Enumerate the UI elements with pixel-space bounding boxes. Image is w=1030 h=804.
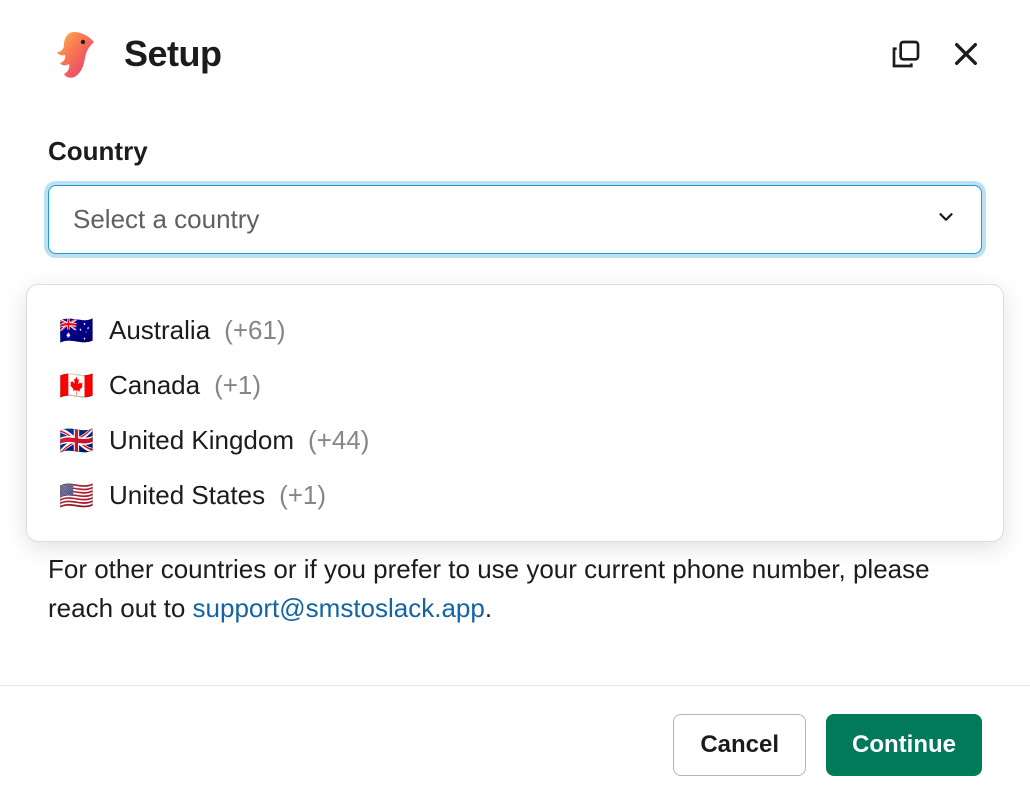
header-left: Setup — [48, 28, 222, 80]
close-icon — [950, 38, 982, 70]
app-logo — [48, 28, 100, 80]
header-actions — [890, 38, 982, 70]
cancel-button[interactable]: Cancel — [673, 714, 806, 776]
country-select-placeholder: Select a country — [73, 204, 259, 235]
flag-icon: 🇺🇸 — [59, 482, 95, 510]
popout-icon — [890, 38, 922, 70]
country-select[interactable]: Select a country — [48, 185, 982, 254]
modal-footer: Cancel Continue — [0, 685, 1030, 804]
help-text: For other countries or if you prefer to … — [48, 550, 982, 628]
country-code: (+1) — [214, 370, 261, 401]
country-name: Australia — [109, 315, 210, 346]
country-dropdown: 🇦🇺 Australia (+61) 🇨🇦 Canada (+1) 🇬🇧 Uni… — [26, 284, 1004, 542]
country-name: United Kingdom — [109, 425, 294, 456]
chevron-down-icon — [935, 206, 957, 233]
country-label: Country — [48, 136, 982, 167]
help-text-after: . — [485, 593, 492, 623]
country-option-australia[interactable]: 🇦🇺 Australia (+61) — [27, 303, 1003, 358]
country-option-united-states[interactable]: 🇺🇸 United States (+1) — [27, 468, 1003, 523]
flag-icon: 🇦🇺 — [59, 317, 95, 345]
support-email-link[interactable]: support@smstoslack.app — [193, 593, 485, 623]
modal-title: Setup — [124, 33, 222, 75]
country-name: United States — [109, 480, 265, 511]
modal-header: Setup — [0, 0, 1030, 104]
country-name: Canada — [109, 370, 200, 401]
country-code: (+1) — [279, 480, 326, 511]
country-code: (+44) — [308, 425, 369, 456]
flag-icon: 🇨🇦 — [59, 372, 95, 400]
continue-button[interactable]: Continue — [826, 714, 982, 776]
flag-icon: 🇬🇧 — [59, 427, 95, 455]
country-option-united-kingdom[interactable]: 🇬🇧 United Kingdom (+44) — [27, 413, 1003, 468]
country-code: (+61) — [224, 315, 285, 346]
close-button[interactable] — [950, 38, 982, 70]
modal-body: Country Select a country 🇦🇺 Australia (+… — [0, 136, 1030, 628]
popout-button[interactable] — [890, 38, 922, 70]
country-option-canada[interactable]: 🇨🇦 Canada (+1) — [27, 358, 1003, 413]
